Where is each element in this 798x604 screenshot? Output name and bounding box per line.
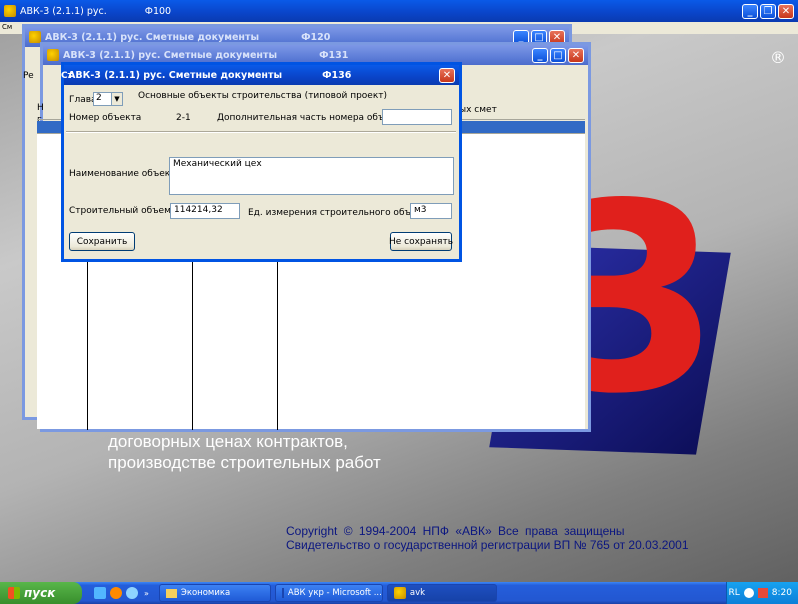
folder-icon <box>165 588 177 598</box>
table-header-h: Н <box>37 103 44 113</box>
taskbar-item-folder[interactable]: Экономика <box>158 584 271 602</box>
app-icon <box>393 587 406 599</box>
window-f120-title: АВК-3 (2.1.1) рус. Сметные документы <box>45 31 260 43</box>
maximize-icon[interactable]: □ <box>550 47 566 63</box>
taskbar-item-avk[interactable]: avk <box>386 584 497 602</box>
main-window-code: Ф100 <box>144 5 172 17</box>
app-icon <box>4 5 16 17</box>
dialog-side-text: Ст <box>61 71 73 81</box>
save-button[interactable]: Сохранить <box>69 232 135 251</box>
copyright-line-1: Copyright © 1994-2004 НПФ «АВК» Все прав… <box>286 524 625 538</box>
taskbar-item-label: avk <box>409 588 426 598</box>
clock: 8:20 <box>771 588 792 598</box>
extra-number-label: Дополнительная часть номера объекта <box>217 113 407 123</box>
close-icon[interactable]: ✕ <box>778 3 794 19</box>
quicklaunch-icon[interactable] <box>94 587 106 599</box>
window-f120-code: Ф120 <box>301 31 331 43</box>
object-number-label: Номер объекта <box>69 113 142 123</box>
object-name-label: Наименование объекта <box>69 169 181 179</box>
copyright-line-2: Свидетельство о государственной регистра… <box>286 538 689 552</box>
no-save-button[interactable]: Не сохранять <box>389 232 453 251</box>
language-indicator[interactable]: RL <box>729 588 740 598</box>
dialog-title: АВК-3 (2.1.1) рус. Сметные документы <box>68 69 283 81</box>
splash-line-2: производстве строительных работ <box>108 453 381 472</box>
document-icon <box>281 588 284 598</box>
system-tray: RL 8:20 <box>726 582 798 604</box>
minimize-icon[interactable]: _ <box>742 3 758 19</box>
window-f131-code: Ф131 <box>319 49 349 61</box>
dialog-f136: АВК-3 (2.1.1) рус. Сметные документы Ф13… <box>61 62 462 262</box>
dialog-code: Ф136 <box>322 69 352 81</box>
table-column-header: ых смет <box>459 105 497 115</box>
restore-icon[interactable]: ❐ <box>760 3 776 19</box>
volume-field[interactable]: 114214,32 <box>170 203 240 219</box>
quicklaunch-icon[interactable] <box>126 587 138 599</box>
object-number-value: 2-1 <box>176 113 191 123</box>
close-icon[interactable]: ✕ <box>439 67 455 83</box>
registered-mark: ® <box>770 48 786 67</box>
unit-label: Ед. измерения строительного объема <box>248 208 429 218</box>
window-f131-title: АВК-3 (2.1.1) рус. Сметные документы <box>63 49 278 61</box>
quicklaunch-icon[interactable] <box>110 587 122 599</box>
object-name-field[interactable]: Механический цех <box>169 157 454 195</box>
unit-field[interactable]: м3 <box>410 203 452 219</box>
dialog-titlebar: АВК-3 (2.1.1) рус. Сметные документы Ф13… <box>64 65 459 85</box>
chevron-down-icon[interactable]: ▼ <box>111 93 122 105</box>
taskbar: пуск » Экономика АВК укр - Microsoft ...… <box>0 582 798 604</box>
tray-icon[interactable] <box>757 588 768 598</box>
volume-label: Строительный объем <box>69 206 171 216</box>
taskbar-item-label: Экономика <box>180 588 231 598</box>
chevron-right-icon[interactable]: » <box>144 589 149 598</box>
main-menu-text[interactable]: Cм <box>0 23 12 31</box>
taskbar-item-word[interactable]: АВК укр - Microsoft ... <box>274 584 383 602</box>
windows-flag-icon <box>8 587 20 599</box>
extra-number-field[interactable] <box>382 109 452 125</box>
chapter-select[interactable]: 2 ▼ <box>93 92 123 106</box>
chapter-value: 2 <box>96 93 102 103</box>
splash-line-1: договорных ценах контрактов, <box>108 432 348 451</box>
close-icon[interactable]: ✕ <box>568 47 584 63</box>
taskbar-item-label: АВК укр - Microsoft ... <box>287 588 382 598</box>
dialog-divider <box>66 131 456 133</box>
minimize-icon[interactable]: _ <box>532 47 548 63</box>
tray-icon[interactable] <box>743 588 754 598</box>
start-label: пуск <box>24 586 56 600</box>
main-window-titlebar: АВК-3 (2.1.1) рус. Ф100 _ ❐ ✕ <box>0 0 798 22</box>
app-icon <box>47 49 59 61</box>
start-button[interactable]: пуск <box>0 582 82 604</box>
window-f131-side-text: Pe <box>23 71 34 81</box>
chapter-name: Основные объекты строительства (типовой … <box>138 91 388 101</box>
main-window-title: АВК-3 (2.1.1) рус. <box>20 5 107 17</box>
